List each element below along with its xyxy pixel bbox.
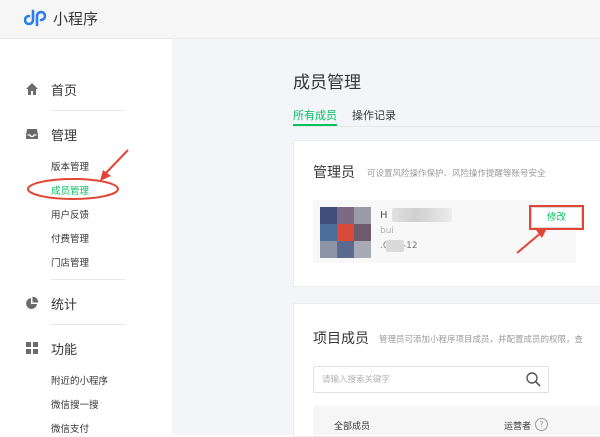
help-icon[interactable]: ? bbox=[535, 418, 548, 431]
column-operators: 运营者 bbox=[504, 422, 532, 432]
app-title: 小程序 bbox=[53, 10, 99, 28]
nav-wechat-search[interactable]: 微信搜一搜 bbox=[51, 397, 99, 411]
nav-features-label: 功能 bbox=[51, 343, 78, 358]
divider bbox=[51, 324, 125, 325]
annotation-highlight-box bbox=[529, 205, 584, 230]
nav-wechat-pay[interactable]: 微信支付 bbox=[51, 421, 89, 435]
tab-all-members[interactable]: 所有成员 bbox=[293, 107, 337, 123]
admin-description: 可设置风险操作保护、风险操作提醒等账号安全 bbox=[367, 169, 546, 179]
admin-account-id: bui bbox=[380, 226, 394, 236]
nav-user-feedback[interactable]: 用户反馈 bbox=[51, 207, 89, 221]
redacted-date bbox=[386, 240, 404, 252]
divider bbox=[51, 110, 125, 111]
project-members-description: 管理员可添加小程序项目成员，并配置成员的权限，查 bbox=[379, 335, 584, 345]
project-members-title: 项目成员 bbox=[313, 331, 369, 347]
nav-payment-manage[interactable]: 付费管理 bbox=[51, 231, 89, 245]
redacted-name bbox=[392, 208, 452, 222]
nav-store-manage[interactable]: 门店管理 bbox=[51, 255, 89, 269]
nav-version-manage[interactable]: 版本管理 bbox=[51, 159, 89, 173]
inbox-icon bbox=[26, 129, 38, 139]
nav-home-label: 首页 bbox=[51, 84, 78, 99]
divider bbox=[51, 279, 125, 280]
grid-icon bbox=[26, 342, 38, 354]
search-icon[interactable] bbox=[525, 371, 541, 387]
nav-stats-label: 统计 bbox=[51, 298, 78, 313]
member-search-input[interactable]: 请输入搜索关键字 bbox=[313, 366, 549, 393]
top-bar: 小程序 bbox=[0, 0, 600, 39]
tabs-divider bbox=[293, 126, 600, 127]
column-all-members[interactable]: 全部成员 bbox=[334, 419, 370, 432]
search-placeholder: 请输入搜索关键字 bbox=[322, 375, 391, 385]
tab-operation-log[interactable]: 操作记录 bbox=[352, 107, 396, 123]
miniprogram-logo-icon[interactable] bbox=[24, 7, 46, 29]
nav-nearby-miniprogram[interactable]: 附近的小程序 bbox=[51, 373, 108, 387]
admin-name: H bbox=[380, 210, 388, 221]
admin-title: 管理员 bbox=[313, 165, 355, 181]
nav-member-manage[interactable]: 成员管理 bbox=[51, 183, 89, 197]
page-title: 成员管理 bbox=[293, 73, 361, 93]
nav-manage-label: 管理 bbox=[51, 129, 78, 144]
home-icon bbox=[26, 83, 38, 95]
avatar bbox=[320, 207, 371, 258]
active-tab-indicator bbox=[293, 124, 337, 126]
pie-chart-icon bbox=[26, 296, 39, 309]
